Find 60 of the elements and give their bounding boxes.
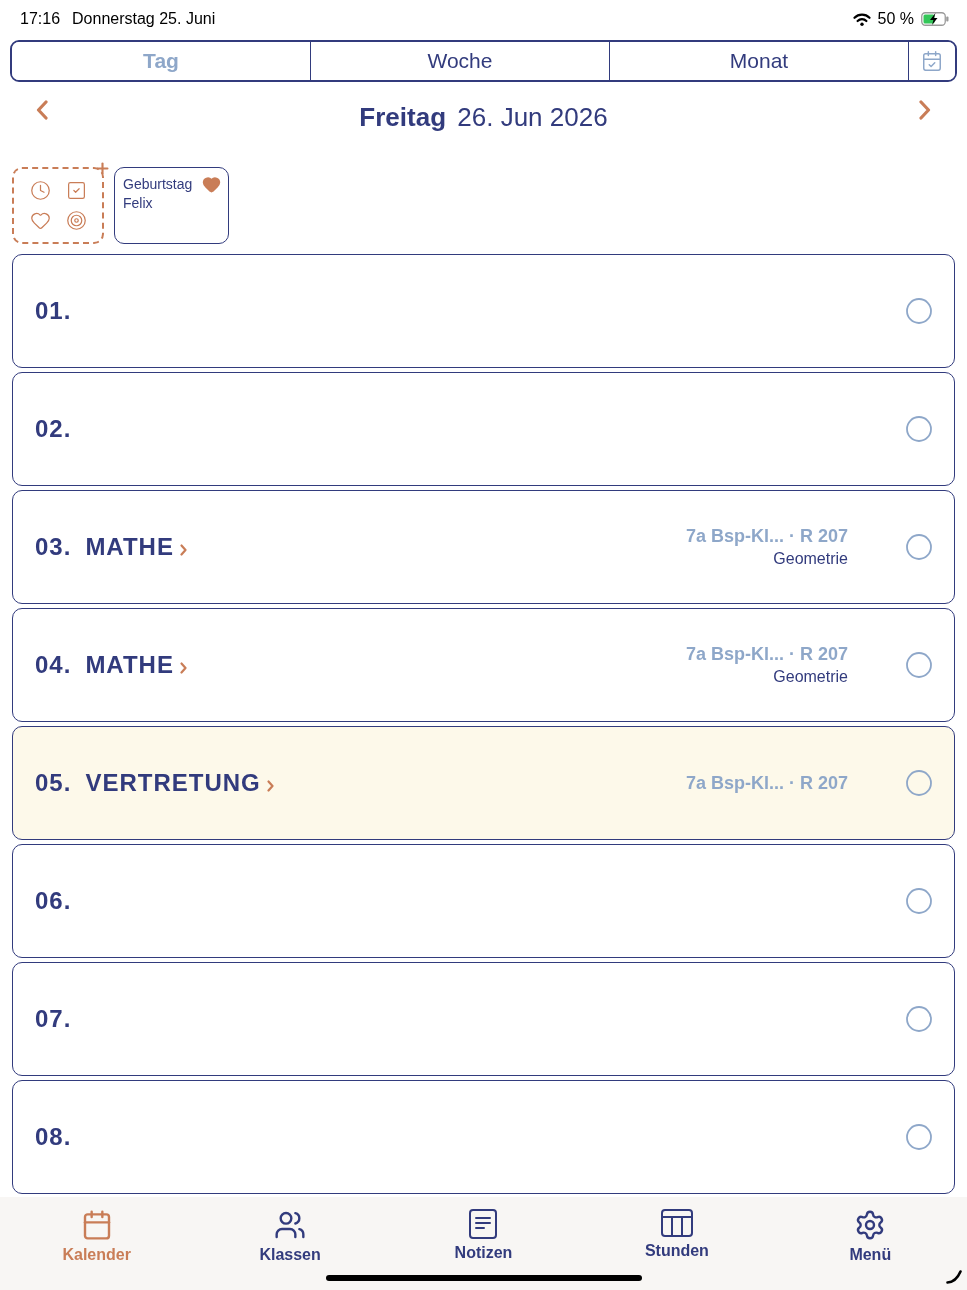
corner-arc-icon	[946, 1270, 962, 1284]
table-icon	[660, 1209, 693, 1237]
calendar-check-icon	[921, 50, 943, 72]
empty-circle-toggle[interactable]	[906, 1006, 932, 1032]
heart-icon	[202, 175, 221, 194]
lesson-row[interactable]: 04. MATHE 7a Bsp-Kl... · R 207 Geometrie	[12, 608, 955, 722]
lesson-number: 05.	[35, 769, 72, 797]
empty-circle-toggle[interactable]	[906, 416, 932, 442]
wifi-icon	[852, 12, 871, 26]
empty-circle-toggle[interactable]	[906, 888, 932, 914]
battery-charging-icon	[921, 12, 949, 26]
plus-icon[interactable]	[94, 160, 111, 177]
empty-circle-toggle[interactable]	[906, 1124, 932, 1150]
empty-circle-toggle[interactable]	[906, 298, 932, 324]
empty-circle-toggle[interactable]	[906, 770, 932, 796]
event-card[interactable]: Geburtstag Felix	[114, 167, 229, 244]
tab-bar-item[interactable]: Menü	[849, 1209, 892, 1264]
tab-bar-item[interactable]: Notizen	[454, 1209, 513, 1264]
class-room-text: 7a Bsp-Kl... · R 207	[685, 526, 848, 547]
lesson-row[interactable]: 05. VERTRETUNG 7a Bsp-Kl... · R 207	[12, 726, 955, 840]
heart-icon[interactable]	[29, 210, 51, 232]
lesson-row[interactable]: 01.	[12, 254, 955, 368]
checkbox-icon[interactable]	[65, 179, 87, 201]
status-date: Donnerstag 25. Juni	[72, 10, 216, 28]
empty-circle-toggle[interactable]	[906, 652, 932, 678]
chevron-right-icon	[179, 543, 187, 556]
lesson-row[interactable]: 03. MATHE 7a Bsp-Kl... · R 207 Geometrie	[12, 490, 955, 604]
lesson-row[interactable]: 06.	[12, 844, 955, 958]
tab-bar-item[interactable]: Stunden	[644, 1209, 709, 1264]
subject-label: MATHE	[85, 651, 174, 679]
subject-label: MATHE	[85, 533, 174, 561]
document-icon	[469, 1209, 498, 1239]
status-time: 17:16	[20, 10, 61, 28]
event-title: Geburtstag Felix	[123, 175, 194, 213]
lesson-row[interactable]: 07.	[12, 962, 955, 1076]
clock-icon[interactable]	[29, 179, 51, 201]
topic-text: Geometrie	[773, 550, 848, 568]
lesson-number: 02.	[35, 415, 72, 443]
lesson-number: 03.	[35, 533, 72, 561]
topic-text: Geometrie	[773, 668, 848, 686]
lesson-number: 01.	[35, 297, 72, 325]
lesson-row[interactable]: 08.	[12, 1080, 955, 1194]
previous-day-chevron-icon[interactable]	[36, 100, 48, 120]
lesson-number: 06.	[35, 887, 72, 915]
next-day-chevron-icon[interactable]	[919, 100, 931, 120]
class-room-text: 7a Bsp-Kl... · R 207	[685, 772, 848, 794]
class-room-text: 7a Bsp-Kl... · R 207	[685, 644, 848, 665]
people-icon	[274, 1209, 307, 1241]
chevron-right-icon	[266, 779, 274, 792]
target-icon[interactable]	[65, 210, 87, 232]
chevron-right-icon	[179, 661, 187, 674]
tab-bar-item[interactable]: Klassen	[259, 1209, 321, 1264]
lesson-number: 04.	[35, 651, 72, 679]
lesson-number: 07.	[35, 1005, 72, 1033]
lesson-row[interactable]: 02.	[12, 372, 955, 486]
date-title: Freitag 26. Jun 2026	[358, 101, 609, 133]
battery-percent: 50 %	[877, 10, 914, 28]
subject-label: VERTRETUNG	[85, 769, 261, 797]
empty-circle-toggle[interactable]	[906, 534, 932, 560]
lesson-number: 08.	[35, 1123, 72, 1151]
